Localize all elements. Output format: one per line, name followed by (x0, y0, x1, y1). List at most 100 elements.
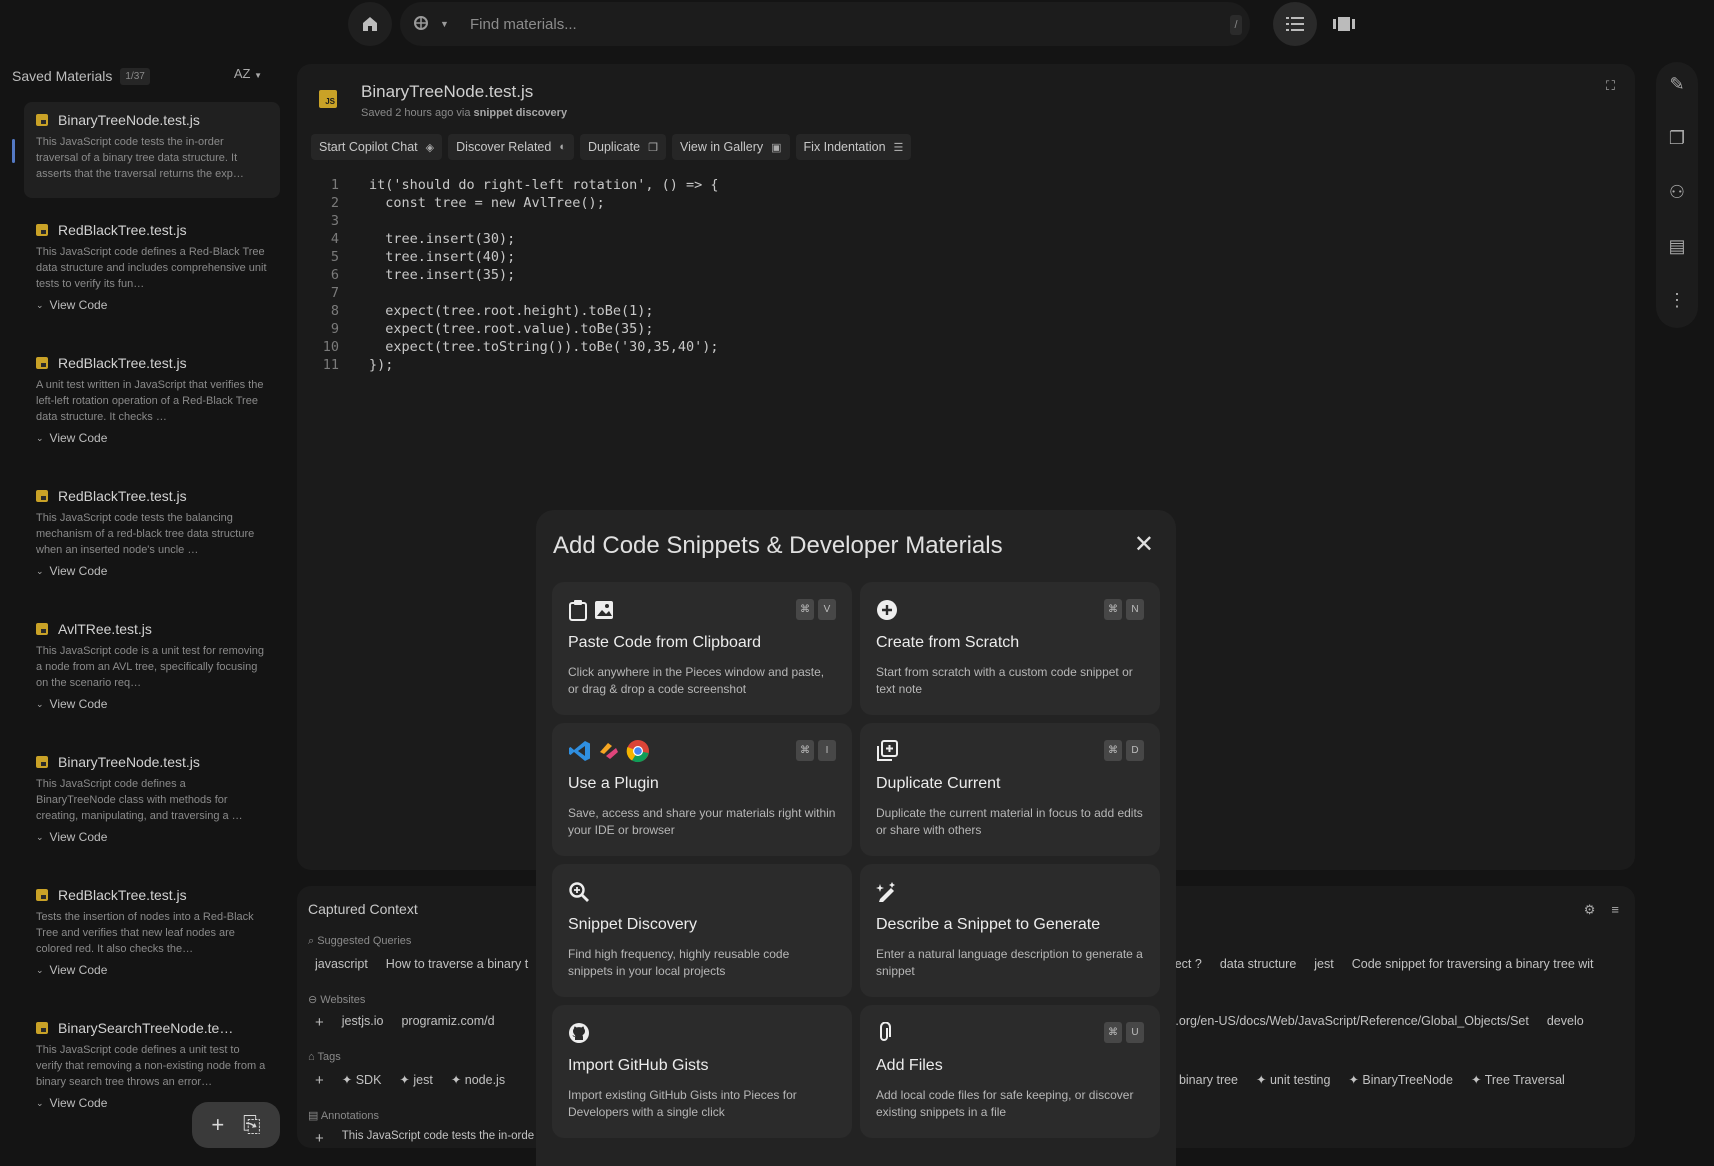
list-item[interactable]: BinaryTreeNode.test.js This JavaScript c… (24, 102, 280, 198)
tag-chip[interactable]: ✦ jest (399, 1072, 432, 1089)
view-code-toggle[interactable]: ⌄ View Code (36, 697, 268, 711)
code-line: 10 expect(tree.toString()).toBe('30,35,4… (311, 338, 719, 356)
material-description: This JavaScript code defines a BinaryTre… (36, 778, 243, 822)
gear-icon[interactable]: ⚙ (1584, 902, 1596, 918)
duplicate-icon: ❐ (648, 141, 658, 154)
website-chip[interactable]: programiz.com/d (401, 1014, 494, 1031)
view-code-label: View Code (49, 431, 108, 445)
add-files-card[interactable]: ⌘ U Add Files Add local code files for sa… (860, 1005, 1160, 1138)
paste-clipboard-icon[interactable]: ⎘ (243, 1112, 261, 1138)
top-bar: ▼ / JU (348, 2, 1355, 48)
add-tag-icon[interactable]: + (315, 1072, 324, 1089)
add-website-icon[interactable]: + (315, 1014, 324, 1031)
more-vertical-icon[interactable]: ⋮ (1668, 290, 1686, 314)
gallery-icon: ▣ (771, 141, 782, 154)
code-line: 6 tree.insert(35); (311, 266, 719, 284)
card-title: Create from Scratch (876, 634, 1020, 651)
discover-related-button[interactable]: Discover Related ◐ (448, 134, 574, 160)
shortcut-keys: ⌘ D (1104, 740, 1144, 761)
line-number: 9 (330, 321, 339, 337)
expand-icon[interactable]: ⛶ (1606, 78, 1615, 94)
query-chip[interactable]: data structure (1220, 957, 1296, 971)
close-icon[interactable]: ✕ (1134, 530, 1154, 559)
notes-icon[interactable]: ▤ (1668, 236, 1685, 260)
tag-chip[interactable]: ✦ Tree Traversal (1471, 1072, 1565, 1087)
query-chip[interactable]: How to traverse a binary t (386, 957, 528, 971)
tag-label: unit testing (1269, 1073, 1331, 1087)
action-label: Fix Indentation (803, 140, 886, 154)
home-button[interactable] (348, 2, 392, 46)
code-line: 1 it('should do right-left rotation', () … (311, 176, 719, 194)
view-code-toggle[interactable]: ⌄ View Code (36, 830, 268, 844)
saved-materials-sidebar: Saved Materials 1/37 AZ ▼ BinaryTreeNode… (0, 56, 284, 1166)
copy-icon[interactable]: ❐ (1669, 128, 1685, 152)
material-title[interactable]: BinaryTreeNode.test.js (361, 82, 533, 102)
view-code-toggle[interactable]: ⌄ View Code (36, 963, 268, 977)
paperclip-icon (876, 1021, 892, 1045)
kbd-key: ⌘ (1104, 599, 1122, 620)
list-view-button[interactable] (1273, 2, 1317, 46)
copilot-icon: ◈ (425, 141, 435, 154)
line-number: 8 (330, 303, 339, 319)
chevron-down-icon: ⌄ (36, 964, 44, 975)
tag-chip[interactable]: ✦ BinaryTreeNode (1348, 1072, 1453, 1087)
line-number: 7 (330, 285, 339, 301)
view-code-label: View Code (49, 697, 108, 711)
duplicate-button[interactable]: Duplicate ❐ (579, 134, 666, 160)
chrome-icon (626, 740, 649, 763)
use-a-plugin-card[interactable]: ⌘ I Use a Plugin Save, access and share y… (552, 723, 852, 856)
tag-chip[interactable]: ✦ node.js (451, 1072, 505, 1089)
sort-button[interactable]: AZ ▼ (234, 66, 262, 81)
query-chip[interactable]: jest (1314, 957, 1333, 971)
view-code-toggle[interactable]: ⌄ View Code (36, 564, 268, 578)
paste-from-clipboard-card[interactable]: ⌘ V Paste Code from Clipboard Click anywh… (552, 582, 852, 715)
share-link-icon[interactable]: ⚇ (1669, 182, 1685, 206)
query-chip[interactable]: javascript (315, 957, 368, 971)
edit-pencil-icon[interactable]: ✎ (1669, 74, 1684, 98)
search-filter-dropdown[interactable]: ▼ (412, 12, 449, 36)
tag-chip[interactable]: ✦ unit testing (1256, 1072, 1330, 1087)
material-list: BinaryTreeNode.test.js This JavaScript c… (24, 102, 280, 1143)
duplicate-current-card[interactable]: ⌘ D Duplicate Current Duplicate the curre… (860, 723, 1160, 856)
list-item[interactable]: RedBlackTree.test.js This JavaScript cod… (24, 478, 280, 611)
code-editor[interactable]: 1 it('should do right-left rotation', () … (311, 176, 719, 374)
kbd-key: V (818, 599, 836, 620)
snippet-discovery-card[interactable]: Snippet Discovery Find high frequency, h… (552, 864, 852, 997)
fix-indentation-button[interactable]: Fix Indentation ☰ (795, 134, 912, 160)
material-description: This JavaScript code is a unit test for … (36, 645, 265, 689)
search-input[interactable] (470, 12, 1070, 36)
list-item[interactable]: AvlTRee.test.js This JavaScript code is … (24, 611, 280, 744)
website-chip[interactable]: develo (1547, 1014, 1584, 1028)
card-description: Add local code files for safe keeping, o… (876, 1088, 1134, 1119)
list-item[interactable]: RedBlackTree.test.js Tests the insertion… (24, 877, 280, 1010)
shortcut-keys: ⌘ N (1104, 599, 1144, 620)
list-item[interactable]: RedBlackTree.test.js This JavaScript cod… (24, 212, 280, 345)
start-copilot-chat-button[interactable]: Start Copilot Chat ◈ (311, 134, 443, 160)
indent-icon: ☰ (893, 141, 904, 154)
query-chip[interactable]: Code snippet for traversing a binary tre… (1352, 957, 1594, 971)
javascript-icon (36, 224, 48, 236)
import-github-gists-card[interactable]: Import GitHub Gists Import existing GitH… (552, 1005, 852, 1138)
website-chip[interactable]: .a.org/en-US/docs/Web/JavaScript/Referen… (1165, 1014, 1529, 1028)
add-annotation-icon[interactable]: + (315, 1130, 324, 1147)
website-chip[interactable]: jestjs.io (342, 1014, 384, 1031)
create-from-scratch-card[interactable]: ⌘ N Create from Scratch Start from scratc… (860, 582, 1160, 715)
websites-text: Websites (320, 994, 366, 1006)
tag-label: binary tree (1178, 1073, 1239, 1087)
material-description: Tests the insertion of nodes into a Red-… (36, 911, 254, 955)
line-number: 4 (330, 231, 339, 247)
list-item[interactable]: BinaryTreeNode.test.js This JavaScript c… (24, 744, 280, 877)
view-in-gallery-button[interactable]: View in Gallery ▣ (671, 134, 790, 160)
describe-snippet-card[interactable]: Describe a Snippet to Generate Enter a n… (860, 864, 1160, 997)
view-code-toggle[interactable]: ⌄ View Code (36, 431, 268, 445)
material-title: AvlTRee.test.js (58, 621, 152, 637)
tag-chip[interactable]: ✦ SDK (342, 1072, 382, 1089)
view-code-toggle[interactable]: ⌄ View Code (36, 298, 268, 312)
gallery-view-button[interactable] (1322, 2, 1366, 46)
chevron-down-icon: ⌄ (36, 698, 44, 709)
add-icon[interactable]: + (211, 1112, 224, 1138)
javascript-icon (36, 1022, 48, 1034)
menu-icon[interactable]: ≡ (1611, 902, 1619, 918)
javascript-icon (36, 756, 48, 768)
list-item[interactable]: RedBlackTree.test.js A unit test written… (24, 345, 280, 478)
